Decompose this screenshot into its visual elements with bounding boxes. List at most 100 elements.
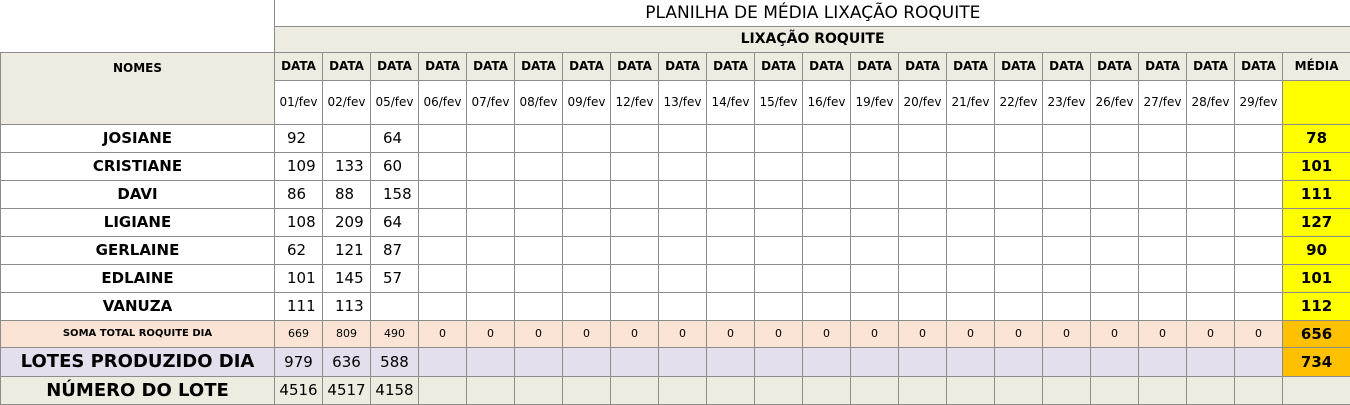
value-cell[interactable]: 158 <box>371 180 419 208</box>
value-cell[interactable] <box>707 264 755 292</box>
lot-number-cell[interactable] <box>899 376 947 404</box>
value-cell[interactable] <box>659 292 707 320</box>
lots-cell[interactable] <box>851 347 899 376</box>
value-cell[interactable] <box>707 208 755 236</box>
value-cell[interactable]: 209 <box>323 208 371 236</box>
value-cell[interactable] <box>899 124 947 152</box>
sum-cell[interactable]: 0 <box>467 320 515 347</box>
value-cell[interactable] <box>1043 292 1091 320</box>
value-cell[interactable] <box>659 180 707 208</box>
value-cell[interactable] <box>659 264 707 292</box>
date-cell[interactable]: 09/fev <box>563 80 611 124</box>
value-cell[interactable] <box>563 236 611 264</box>
value-cell[interactable] <box>515 180 563 208</box>
value-cell[interactable]: 64 <box>371 124 419 152</box>
lot-number-cell[interactable] <box>563 376 611 404</box>
value-cell[interactable] <box>1139 208 1187 236</box>
sum-cell[interactable]: 0 <box>611 320 659 347</box>
lot-number-cell[interactable] <box>1139 376 1187 404</box>
value-cell[interactable] <box>947 208 995 236</box>
value-cell[interactable] <box>1091 264 1139 292</box>
sum-cell[interactable]: 669 <box>275 320 323 347</box>
value-cell[interactable] <box>467 236 515 264</box>
value-cell[interactable] <box>1187 208 1235 236</box>
lot-number-cell[interactable] <box>851 376 899 404</box>
value-cell[interactable] <box>995 292 1043 320</box>
sum-cell[interactable]: 0 <box>947 320 995 347</box>
lots-cell[interactable] <box>467 347 515 376</box>
value-cell[interactable] <box>467 292 515 320</box>
value-cell[interactable] <box>707 292 755 320</box>
value-cell[interactable]: 88 <box>323 180 371 208</box>
value-cell[interactable] <box>755 292 803 320</box>
value-cell[interactable] <box>707 124 755 152</box>
lot-number-cell[interactable] <box>1043 376 1091 404</box>
date-cell[interactable]: 19/fev <box>851 80 899 124</box>
date-cell[interactable]: 27/fev <box>1139 80 1187 124</box>
value-cell[interactable]: 92 <box>275 124 323 152</box>
value-cell[interactable] <box>947 264 995 292</box>
value-cell[interactable] <box>563 208 611 236</box>
value-cell[interactable] <box>611 264 659 292</box>
lots-cell[interactable]: 979 <box>275 347 323 376</box>
value-cell[interactable] <box>419 292 467 320</box>
value-cell[interactable]: 121 <box>323 236 371 264</box>
value-cell[interactable] <box>803 152 851 180</box>
lot-number-cell[interactable] <box>515 376 563 404</box>
value-cell[interactable] <box>467 124 515 152</box>
value-cell[interactable] <box>995 264 1043 292</box>
value-cell[interactable] <box>995 236 1043 264</box>
value-cell[interactable] <box>1235 208 1283 236</box>
value-cell[interactable] <box>1043 208 1091 236</box>
value-cell[interactable] <box>419 236 467 264</box>
value-cell[interactable] <box>1139 292 1187 320</box>
date-cell[interactable]: 23/fev <box>1043 80 1091 124</box>
value-cell[interactable] <box>899 180 947 208</box>
date-cell[interactable]: 08/fev <box>515 80 563 124</box>
sum-cell[interactable]: 0 <box>515 320 563 347</box>
value-cell[interactable] <box>755 264 803 292</box>
lots-cell[interactable] <box>803 347 851 376</box>
lot-number-cell[interactable]: 4158 <box>371 376 419 404</box>
lots-cell[interactable] <box>707 347 755 376</box>
sum-cell[interactable]: 0 <box>755 320 803 347</box>
value-cell[interactable] <box>899 292 947 320</box>
value-cell[interactable]: 86 <box>275 180 323 208</box>
date-cell[interactable]: 02/fev <box>323 80 371 124</box>
value-cell[interactable] <box>803 208 851 236</box>
value-cell[interactable] <box>1235 236 1283 264</box>
value-cell[interactable] <box>1235 292 1283 320</box>
lots-cell[interactable] <box>515 347 563 376</box>
value-cell[interactable] <box>755 180 803 208</box>
value-cell[interactable] <box>755 152 803 180</box>
value-cell[interactable] <box>611 124 659 152</box>
lot-number-cell[interactable] <box>467 376 515 404</box>
sum-cell[interactable]: 0 <box>803 320 851 347</box>
value-cell[interactable] <box>755 208 803 236</box>
lot-number-cell[interactable] <box>755 376 803 404</box>
value-cell[interactable] <box>707 180 755 208</box>
lots-cell[interactable] <box>1043 347 1091 376</box>
value-cell[interactable] <box>1043 236 1091 264</box>
value-cell[interactable] <box>851 124 899 152</box>
lots-cell[interactable] <box>419 347 467 376</box>
value-cell[interactable] <box>1139 124 1187 152</box>
date-cell[interactable]: 22/fev <box>995 80 1043 124</box>
value-cell[interactable]: 113 <box>323 292 371 320</box>
value-cell[interactable] <box>851 264 899 292</box>
value-cell[interactable] <box>563 180 611 208</box>
lots-cell[interactable] <box>995 347 1043 376</box>
value-cell[interactable] <box>899 264 947 292</box>
lot-number-cell[interactable] <box>995 376 1043 404</box>
sum-cell[interactable]: 0 <box>1187 320 1235 347</box>
value-cell[interactable] <box>707 236 755 264</box>
value-cell[interactable] <box>515 124 563 152</box>
value-cell[interactable] <box>659 124 707 152</box>
value-cell[interactable] <box>1187 236 1235 264</box>
value-cell[interactable] <box>659 236 707 264</box>
value-cell[interactable] <box>995 152 1043 180</box>
lots-cell[interactable] <box>563 347 611 376</box>
date-cell[interactable]: 20/fev <box>899 80 947 124</box>
value-cell[interactable] <box>947 180 995 208</box>
lot-number-cell[interactable] <box>1187 376 1235 404</box>
